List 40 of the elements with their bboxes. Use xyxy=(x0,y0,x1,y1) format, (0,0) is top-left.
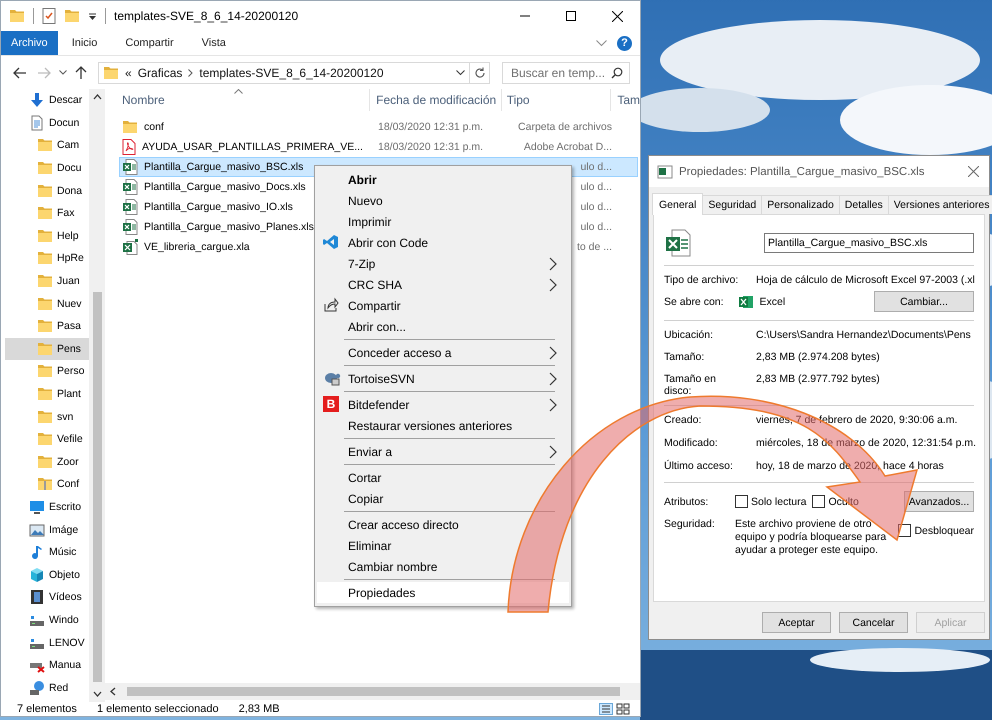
file-type: to de ... xyxy=(576,241,612,253)
file-name: VE_libreria_cargue.xla xyxy=(144,241,250,253)
field-value: 2,83 MB (2.974.208 bytes) xyxy=(756,351,880,363)
field-value: C:\Users\Sandra Hernandez\Documents\Pens xyxy=(756,329,971,341)
checkbox-label: Desbloquear xyxy=(914,524,974,536)
shield-badge-icon: B xyxy=(323,396,339,412)
file-type: ulo d... xyxy=(580,161,612,173)
field-label: Tipo de archivo: xyxy=(664,274,738,286)
file-name: Plantilla_Cargue_masivo_Docs.xls xyxy=(144,181,306,193)
file-type: ulo d... xyxy=(580,181,612,193)
file-type: ulo d... xyxy=(580,221,612,233)
security-note: Este archivo proviene de otro equipo y podría bloquearse para ayudar a proteger este equipo. xyxy=(735,518,888,557)
checkbox-label: Solo lectura xyxy=(751,496,806,508)
file-name: conf xyxy=(144,121,164,133)
field-label: Último acceso: xyxy=(664,460,733,472)
dialog-title: Propiedades: Plantilla_Cargue_masivo_BSC.xls xyxy=(679,166,924,178)
selection-info: 1 elemento seleccionado xyxy=(96,703,219,715)
field-label: Ubicación: xyxy=(664,329,714,341)
field-value: 2,83 MB (2.977.792 bytes) xyxy=(756,373,880,385)
file-type: ulo d... xyxy=(580,201,612,213)
field-label: Seguridad: xyxy=(664,518,716,530)
selection-size: 2,83 MB xyxy=(238,703,280,715)
file-name: Plantilla_Cargue_masivo_BSC.xls xyxy=(144,161,304,173)
file-type: Carpeta de archivos xyxy=(518,121,612,133)
field-label: Tamaño: xyxy=(664,351,704,363)
file-name: Plantilla_Cargue_masivo_IO.xls xyxy=(144,201,293,213)
field-label: Atributos: xyxy=(664,496,710,508)
window-title: templates-SVE_8_6_14-20200120 xyxy=(114,9,298,23)
field-label: Se abre con: xyxy=(664,296,724,308)
field-label: Creado: xyxy=(664,414,702,426)
file-name: Plantilla_Cargue_masivo_Planes.xls xyxy=(144,221,314,233)
file-name: AYUDA_USAR_PLANTILLAS_PRIMERA_VE... xyxy=(142,141,363,153)
item-count: 7 elementos xyxy=(17,703,77,715)
file-type: Adobe Acrobat D... xyxy=(524,141,612,153)
field-label: Modificado: xyxy=(664,437,718,449)
file-date: 18/03/2020 12:31 p.m. xyxy=(378,141,484,153)
field-label: Tamaño en disco: xyxy=(664,373,717,397)
app-name: Excel xyxy=(760,296,786,308)
file-date: 18/03/2020 12:31 p.m. xyxy=(378,121,484,133)
field-value: Hoja de cálculo de Microsoft Excel 97-2003 (.xl xyxy=(756,274,975,286)
